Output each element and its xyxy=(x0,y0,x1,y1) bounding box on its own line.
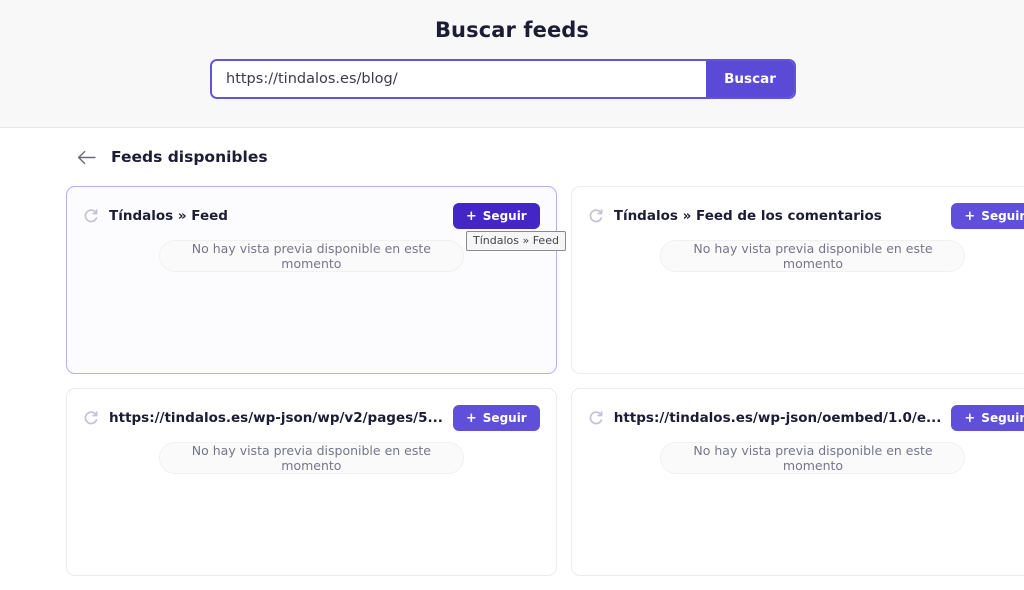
plus-icon: + xyxy=(964,410,976,426)
results-section: Feeds disponibles Tíndalos » Feed + Segu… xyxy=(0,128,1024,590)
feed-card[interactable]: https://tindalos.es/wp-json/oembed/1.0/e… xyxy=(570,388,1024,576)
follow-button-label: Seguir xyxy=(981,209,1024,223)
follow-button[interactable]: + Seguir xyxy=(452,405,540,431)
loading-spinner-icon xyxy=(588,208,604,224)
plus-icon: + xyxy=(964,208,976,224)
follow-button-label: Seguir xyxy=(981,411,1024,425)
feed-preview-placeholder: No hay vista previa disponible en este m… xyxy=(660,442,966,474)
feed-card-header: https://tindalos.es/wp-json/oembed/1.0/e… xyxy=(588,403,1024,433)
feed-preview-placeholder: No hay vista previa disponible en este m… xyxy=(158,442,464,474)
page-header: Buscar feeds Buscar xyxy=(0,0,1024,128)
feed-preview-placeholder: No hay vista previa disponible en este m… xyxy=(158,240,464,272)
search-bar: Buscar xyxy=(210,59,796,99)
loading-spinner-icon xyxy=(83,410,99,426)
follow-button[interactable]: + Seguir xyxy=(951,405,1024,431)
feed-card[interactable]: Tíndalos » Feed de los comentarios + Seg… xyxy=(570,186,1024,374)
back-button[interactable] xyxy=(75,146,97,168)
feed-card[interactable]: https://tindalos.es/wp-json/wp/v2/pages/… xyxy=(66,388,557,576)
feed-card-title: Tíndalos » Feed xyxy=(109,208,228,224)
follow-button[interactable]: + Seguir xyxy=(452,203,540,229)
search-button[interactable]: Buscar xyxy=(706,61,794,97)
feed-card-title: https://tindalos.es/wp-json/oembed/1.0/e… xyxy=(613,410,942,426)
follow-button-label: Seguir xyxy=(482,209,527,223)
follow-button-label: Seguir xyxy=(482,411,527,425)
arrow-left-icon xyxy=(77,150,96,165)
feed-preview-placeholder: No hay vista previa disponible en este m… xyxy=(660,240,966,272)
feed-card-header: Tíndalos » Feed de los comentarios + Seg… xyxy=(588,201,1024,231)
follow-button[interactable]: + Seguir xyxy=(951,203,1024,229)
feed-card-header: https://tindalos.es/wp-json/wp/v2/pages/… xyxy=(83,403,540,433)
page-title: Buscar feeds xyxy=(434,18,590,42)
loading-spinner-icon xyxy=(588,410,604,426)
section-title: Feeds disponibles xyxy=(111,148,268,166)
search-input[interactable] xyxy=(212,61,706,97)
feed-card[interactable]: Tíndalos » Feed + Seguir No hay vista pr… xyxy=(66,186,557,374)
feed-card-header: Tíndalos » Feed + Seguir xyxy=(83,201,540,231)
loading-spinner-icon xyxy=(83,208,99,224)
feed-card-grid: Tíndalos » Feed + Seguir No hay vista pr… xyxy=(66,186,1024,590)
plus-icon: + xyxy=(465,410,477,426)
feed-card-title: Tíndalos » Feed de los comentarios xyxy=(613,208,882,224)
section-header: Feeds disponibles xyxy=(66,128,958,186)
feed-card-title: https://tindalos.es/wp-json/wp/v2/pages/… xyxy=(109,410,443,426)
plus-icon: + xyxy=(465,208,477,224)
